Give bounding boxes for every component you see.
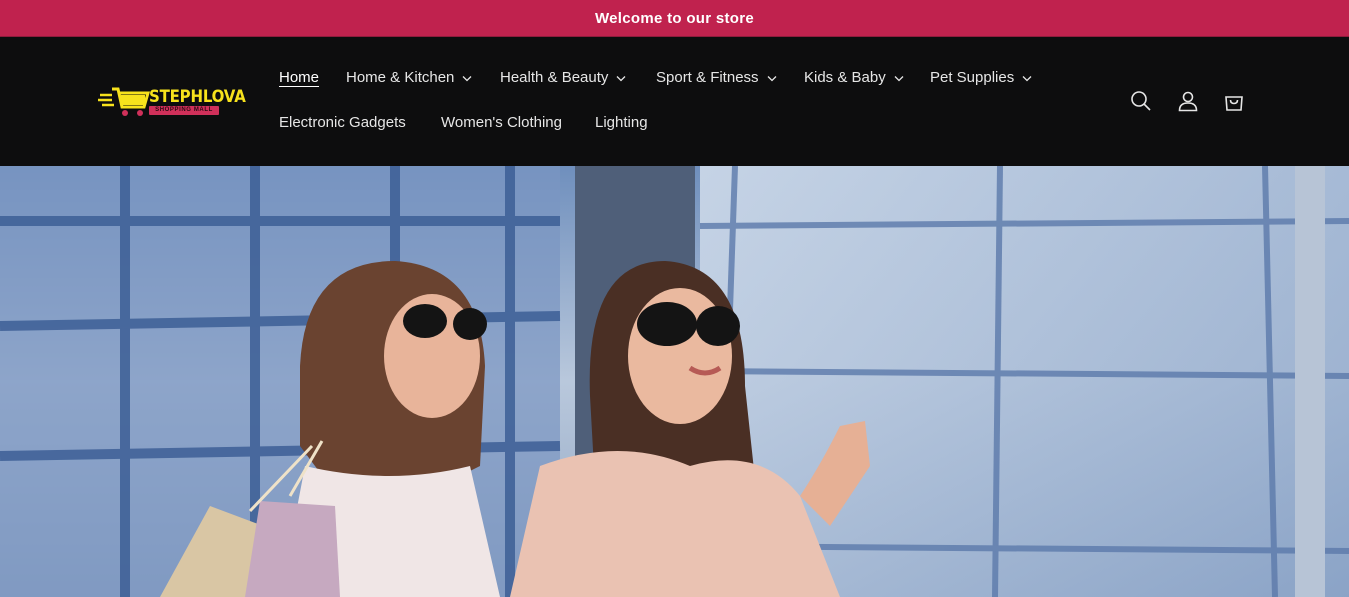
cart-icon xyxy=(1225,96,1243,111)
nav-item-sport-fitness[interactable]: Sport & Fitness xyxy=(656,69,777,86)
cart-logo-icon xyxy=(98,87,150,116)
nav-item-label: Sport & Fitness xyxy=(656,69,759,86)
search-icon xyxy=(1131,91,1151,111)
logo-tagline: SHOPPING MALL xyxy=(149,106,219,115)
site-header: STEPHLOVA SHOPPING MALL Home Home & Kitc… xyxy=(0,37,1349,166)
cart-button[interactable] xyxy=(1220,87,1248,115)
nav-item-label: Health & Beauty xyxy=(500,69,609,86)
nav-item-electronic-gadgets[interactable]: Electronic Gadgets xyxy=(279,114,406,131)
search-button[interactable] xyxy=(1127,87,1155,115)
hero-photo xyxy=(0,166,1349,597)
nav-item-lighting[interactable]: Lighting xyxy=(595,114,648,131)
nav-item-womens-clothing[interactable]: Women's Clothing xyxy=(441,114,562,131)
chevron-down-icon xyxy=(1022,75,1032,81)
nav-item-label: Home xyxy=(279,69,320,86)
announcement-bar: Welcome to our store xyxy=(0,0,1349,37)
account-button[interactable] xyxy=(1174,87,1202,115)
account-icon xyxy=(1178,91,1198,112)
nav-item-health-beauty[interactable]: Health & Beauty xyxy=(500,69,626,86)
nav-item-label: Kids & Baby xyxy=(804,69,886,86)
chevron-down-icon xyxy=(462,75,472,81)
chevron-down-icon xyxy=(616,75,626,81)
chevron-down-icon xyxy=(767,75,777,81)
chevron-down-icon xyxy=(894,75,904,81)
nav-item-label: Home & Kitchen xyxy=(346,69,455,86)
hero-banner-image xyxy=(0,166,1349,597)
nav-item-label: Electronic Gadgets xyxy=(279,114,406,131)
nav-item-home-kitchen[interactable]: Home & Kitchen xyxy=(346,69,472,86)
logo-brand-text: STEPHLOVA xyxy=(149,86,246,107)
nav-item-label: Pet Supplies xyxy=(930,69,1015,86)
store-logo[interactable]: STEPHLOVA SHOPPING MALL xyxy=(98,85,246,121)
announcement-text: Welcome to our store xyxy=(594,9,755,27)
nav-item-home[interactable]: Home xyxy=(279,69,319,86)
nav-item-kids-baby[interactable]: Kids & Baby xyxy=(804,69,904,86)
nav-item-label: Women's Clothing xyxy=(441,114,562,131)
nav-item-pet-supplies[interactable]: Pet Supplies xyxy=(930,69,1032,86)
nav-item-label: Lighting xyxy=(595,114,648,131)
